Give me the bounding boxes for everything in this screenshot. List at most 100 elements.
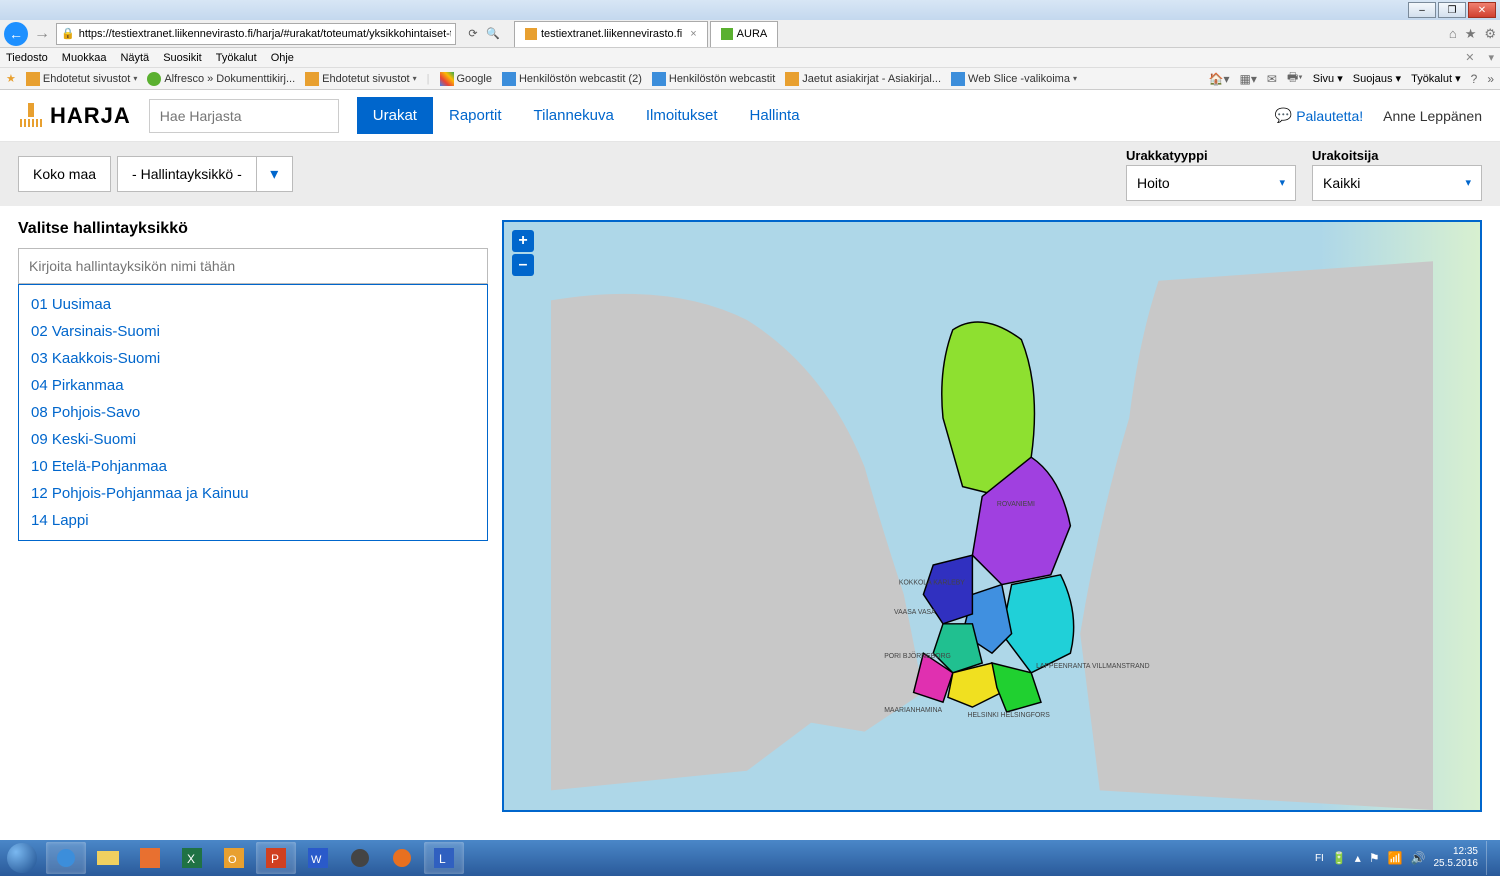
unit-item[interactable]: 01 Uusimaa <box>19 291 487 318</box>
app-header: HARJA Urakat Raportit Tilannekuva Ilmoit… <box>0 90 1500 142</box>
tray-clock[interactable]: 12:35 25.5.2016 <box>1434 846 1479 870</box>
taskbar-explorer-icon[interactable] <box>88 842 128 874</box>
taskbar-firefox-icon[interactable] <box>382 842 422 874</box>
nav-urakat[interactable]: Urakat <box>357 97 433 134</box>
help-icon[interactable]: ? <box>1471 72 1478 86</box>
feed-icon[interactable]: ▦▾ <box>1240 72 1257 86</box>
taskbar-powerpoint-icon[interactable]: P <box>256 842 296 874</box>
taskbar-word-icon[interactable]: W <box>298 842 338 874</box>
taskbar-lync-icon[interactable]: L <box>424 842 464 874</box>
svg-text:P: P <box>271 852 279 866</box>
region-button[interactable]: Koko maa <box>18 156 111 192</box>
current-user[interactable]: Anne Leppänen <box>1383 108 1482 124</box>
unit-item[interactable]: 10 Etelä-Pohjanmaa <box>19 453 487 480</box>
unit-item[interactable]: 09 Keski-Suomi <box>19 426 487 453</box>
security-menu[interactable]: Suojaus ▾ <box>1353 72 1401 85</box>
taskbar-excel-icon[interactable]: X <box>172 842 212 874</box>
favicon-icon <box>721 28 733 40</box>
zoom-in-button[interactable]: + <box>512 230 534 252</box>
unit-item[interactable]: 08 Pohjois-Savo <box>19 399 487 426</box>
unit-search-box[interactable] <box>18 248 488 284</box>
browser-forward-button[interactable]: → <box>32 24 52 44</box>
browser-tab-2[interactable]: AURA <box>710 21 779 47</box>
bookmark-item[interactable]: Jaetut asiakirjat - Asiakirjal... <box>785 72 941 86</box>
svg-text:HELSINKI HELSINGFORS: HELSINKI HELSINGFORS <box>968 712 1051 719</box>
unit-select-dropdown[interactable]: ▾ <box>257 156 293 192</box>
unit-item[interactable]: 02 Varsinais-Suomi <box>19 318 487 345</box>
nav-hallinta[interactable]: Hallinta <box>734 97 816 134</box>
app-search-box[interactable] <box>149 99 339 133</box>
urakkatyyppi-select[interactable]: Hoito ▾ <box>1126 165 1296 201</box>
mail-icon[interactable]: ✉ <box>1267 72 1277 86</box>
nav-raportit[interactable]: Raportit <box>433 97 518 134</box>
show-desktop-button[interactable] <box>1486 841 1494 875</box>
tools-menu[interactable]: Työkalut ▾ <box>1411 72 1461 85</box>
unit-select-button[interactable]: - Hallintayksikkö - <box>117 156 257 192</box>
app-search-input[interactable] <box>160 100 328 132</box>
start-button[interactable] <box>2 841 42 875</box>
taskbar-media-icon[interactable] <box>130 842 170 874</box>
action-center-icon[interactable]: ⚑ <box>1369 851 1380 865</box>
zoom-out-button[interactable]: – <box>512 254 534 276</box>
refresh-icon[interactable]: ⟳ <box>464 27 482 40</box>
menu-nayta[interactable]: Näytä <box>120 52 149 64</box>
volume-icon[interactable]: 🔊 <box>1411 851 1426 865</box>
unit-item[interactable]: 14 Lappi <box>19 507 487 534</box>
battery-icon[interactable]: 🔋 <box>1332 851 1347 865</box>
menu-ohje[interactable]: Ohje <box>271 52 294 64</box>
address-bar[interactable]: 🔒 <box>56 23 456 45</box>
window-close-button[interactable]: ✕ <box>1468 2 1496 18</box>
browser-back-button[interactable]: ← <box>4 22 28 46</box>
tray-up-icon[interactable]: ▴ <box>1355 851 1361 865</box>
window-maximize-button[interactable]: ❐ <box>1438 2 1466 18</box>
bookmark-item[interactable]: Henkilöstön webcastit (2) <box>502 72 642 86</box>
unit-search-input[interactable] <box>29 249 477 283</box>
print-icon[interactable]: 🖶▾ <box>1287 68 1303 89</box>
bookmark-item[interactable]: Web Slice -valikoima▾ <box>951 72 1077 86</box>
taskbar-ie-icon[interactable] <box>46 842 86 874</box>
left-panel: Valitse hallintayksikkö 01 Uusimaa 02 Va… <box>18 220 488 812</box>
taskbar-app-icon[interactable] <box>340 842 380 874</box>
taskbar-outlook-icon[interactable]: O <box>214 842 254 874</box>
bookmark-item[interactable]: Ehdotetut sivustot▾ <box>26 72 137 86</box>
unit-item[interactable]: 12 Pohjois-Pohjanmaa ja Kainuu <box>19 480 487 507</box>
unit-item[interactable]: 04 Pirkanmaa <box>19 372 487 399</box>
tab-close-icon[interactable]: × <box>690 28 696 40</box>
favorites-icon[interactable]: ★ <box>1465 26 1477 42</box>
page-menu[interactable]: Sivu ▾ <box>1313 72 1343 85</box>
bookmark-item[interactable]: Henkilöstön webcastit <box>652 72 775 86</box>
menu-suosikit[interactable]: Suosikit <box>163 52 202 64</box>
nav-ilmoitukset[interactable]: Ilmoitukset <box>630 97 734 134</box>
search-icon[interactable]: 🔍 <box>484 27 502 40</box>
url-input[interactable] <box>79 28 451 40</box>
svg-text:LAPPEENRANTA VILLMANSTRAND: LAPPEENRANTA VILLMANSTRAND <box>1036 663 1150 670</box>
bookmark-item[interactable]: Google <box>440 72 492 86</box>
bookmark-item[interactable]: Ehdotetut sivustot▾ <box>305 72 416 86</box>
menu-dropdown-icon[interactable]: ▾ <box>1488 51 1494 64</box>
bookmark-item[interactable]: Alfresco » Dokumenttikirj... <box>147 72 295 86</box>
menu-tyokalut[interactable]: Työkalut <box>216 52 257 64</box>
feedback-link[interactable]: 💬 Palautetta! <box>1275 107 1363 124</box>
overflow-icon[interactable]: » <box>1487 72 1494 86</box>
home-icon[interactable]: ⌂ <box>1449 26 1457 42</box>
browser-tab-1[interactable]: testiextranet.liikennevirasto.fi × <box>514 21 708 47</box>
menu-muokkaa[interactable]: Muokkaa <box>62 52 107 64</box>
unit-item[interactable]: 03 Kaakkois-Suomi <box>19 345 487 372</box>
favorites-star-icon[interactable]: ★ <box>6 72 16 85</box>
system-tray: FI 🔋 ▴ ⚑ 📶 🔊 12:35 25.5.2016 <box>1315 841 1498 875</box>
svg-text:KOKKOLA KARLEBY: KOKKOLA KARLEBY <box>899 580 965 587</box>
tray-language[interactable]: FI <box>1315 853 1324 864</box>
svg-text:VAASA VASA: VAASA VASA <box>894 609 936 616</box>
network-icon[interactable]: 📶 <box>1388 851 1403 865</box>
tools-icon[interactable]: ⚙ <box>1484 26 1496 42</box>
app-logo[interactable]: HARJA <box>18 103 131 129</box>
window-minimize-button[interactable]: – <box>1408 2 1436 18</box>
urakoitsija-select[interactable]: Kaikki ▾ <box>1312 165 1482 201</box>
menu-tiedosto[interactable]: Tiedosto <box>6 52 48 64</box>
home-icon[interactable]: 🏠▾ <box>1209 72 1230 86</box>
logo-icon <box>18 103 44 129</box>
map-panel[interactable]: + – <box>502 220 1482 812</box>
map-canvas[interactable]: KOKKOLA KARLEBY VAASA VASA PORI BJÖRNEBO… <box>504 222 1480 810</box>
menu-close-icon[interactable]: ✕ <box>1465 51 1474 64</box>
nav-tilannekuva[interactable]: Tilannekuva <box>518 97 630 134</box>
